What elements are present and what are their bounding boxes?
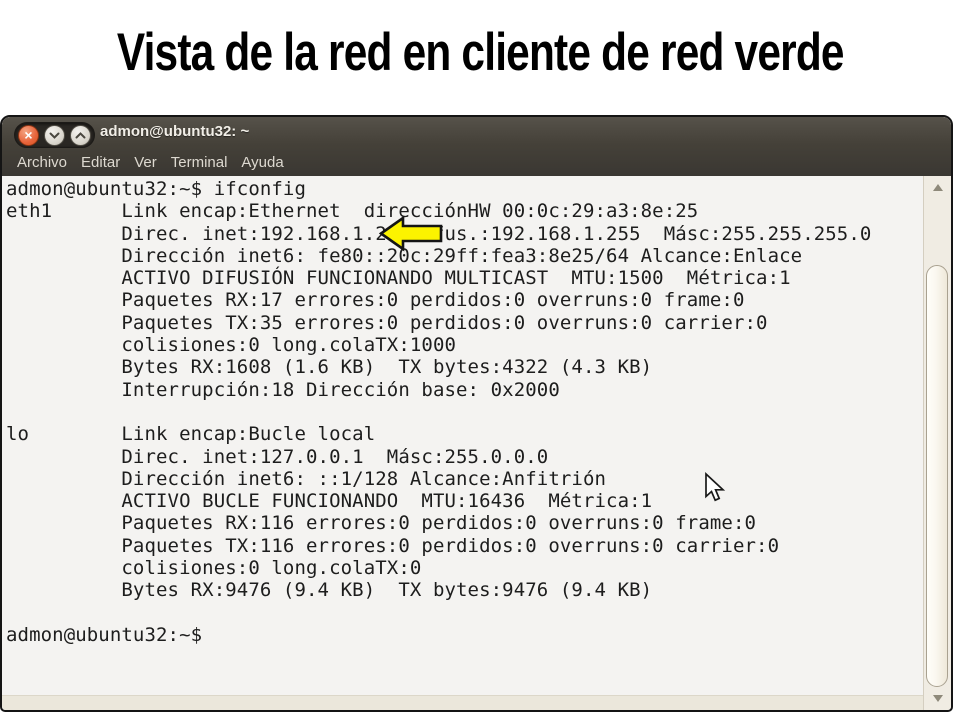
mouse-cursor-icon <box>703 472 727 504</box>
scrollbar-thumb[interactable] <box>926 265 948 687</box>
highlight-arrow-icon <box>379 215 444 253</box>
menu-terminal[interactable]: Terminal <box>164 152 235 173</box>
close-icon[interactable]: × <box>18 125 39 146</box>
window-titlebar[interactable]: × admon@ubuntu32: ~ <box>2 117 951 149</box>
window-controls: × <box>14 122 95 148</box>
terminal-window: × admon@ubuntu32: ~ Archivo Editar Ver T… <box>0 115 953 712</box>
window-header: × admon@ubuntu32: ~ Archivo Editar Ver T… <box>2 117 951 176</box>
menu-bar: Archivo Editar Ver Terminal Ayuda <box>2 149 951 176</box>
maximize-icon[interactable] <box>70 125 91 146</box>
menu-ver[interactable]: Ver <box>127 152 164 173</box>
scrollbar[interactable] <box>923 176 951 710</box>
scroll-down-icon[interactable] <box>933 695 943 702</box>
menu-archivo[interactable]: Archivo <box>10 152 74 173</box>
window-bottom-edge <box>2 695 951 710</box>
terminal-output-area[interactable]: admon@ubuntu32:~$ ifconfig eth1 Link enc… <box>4 176 922 694</box>
menu-ayuda[interactable]: Ayuda <box>234 152 290 173</box>
window-title: admon@ubuntu32: ~ <box>100 123 249 140</box>
minimize-icon[interactable] <box>44 125 65 146</box>
page-title-text: Vista de la red en cliente de red verde <box>117 22 844 83</box>
page-title: Vista de la red en cliente de red verde <box>0 22 960 83</box>
terminal-output: admon@ubuntu32:~$ ifconfig eth1 Link enc… <box>4 176 922 646</box>
menu-editar[interactable]: Editar <box>74 152 127 173</box>
scroll-up-icon[interactable] <box>933 184 943 191</box>
